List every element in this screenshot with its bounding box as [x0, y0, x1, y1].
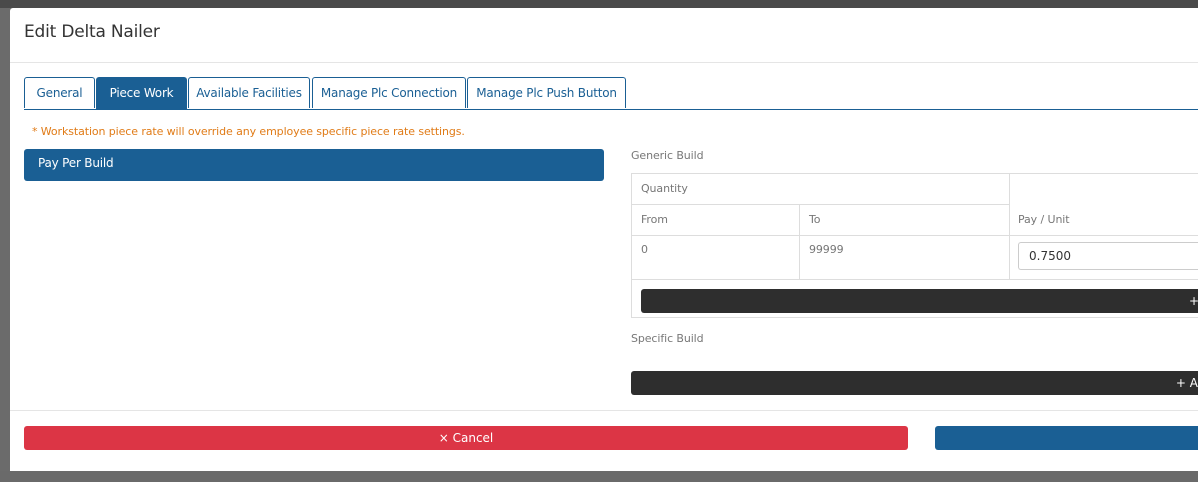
to-header: To: [809, 213, 821, 226]
table-divider: [632, 279, 1198, 280]
row-to-value: 99999: [809, 243, 844, 256]
modal-title: Edit Delta Nailer: [24, 22, 160, 42]
quantity-header: Quantity: [641, 182, 688, 195]
cancel-button[interactable]: × Cancel: [24, 426, 908, 450]
tab-general[interactable]: General: [24, 77, 95, 108]
save-button[interactable]: [935, 426, 1198, 450]
table-divider: [632, 235, 1198, 236]
pay-per-unit-input[interactable]: [1018, 242, 1198, 270]
modal-backdrop: [0, 0, 1198, 8]
modal-backdrop-bottom: [0, 471, 1198, 482]
pay-per-build-item[interactable]: Pay Per Build: [24, 149, 604, 181]
tab-manage-plc-push-button[interactable]: Manage Plc Push Button: [467, 77, 626, 108]
piece-rate-notice: * Workstation piece rate will override a…: [32, 125, 465, 138]
table-divider: [1009, 174, 1010, 279]
tab-bar: General Piece Work Available Facilities …: [24, 77, 1198, 110]
tab-manage-plc-connection[interactable]: Manage Plc Connection: [312, 77, 466, 108]
generic-build-table: Quantity From To Pay / Unit 0 99999 +: [631, 173, 1198, 318]
add-generic-row-button[interactable]: +: [641, 289, 1198, 313]
edit-modal: Edit Delta Nailer General Piece Work Ava…: [10, 8, 1198, 471]
specific-build-label: Specific Build: [631, 332, 704, 345]
tab-available-facilities[interactable]: Available Facilities: [188, 77, 310, 108]
from-header: From: [641, 213, 668, 226]
pay-unit-header: Pay / Unit: [1018, 213, 1070, 226]
table-divider: [799, 204, 800, 279]
table-divider: [632, 204, 1009, 205]
row-from-value: 0: [641, 243, 648, 256]
modal-header: Edit Delta Nailer: [10, 8, 1198, 63]
tab-piece-work[interactable]: Piece Work: [96, 77, 187, 110]
modal-footer: × Cancel: [10, 410, 1198, 472]
add-specific-build-button[interactable]: + A: [631, 371, 1198, 395]
generic-build-label: Generic Build: [631, 149, 704, 162]
